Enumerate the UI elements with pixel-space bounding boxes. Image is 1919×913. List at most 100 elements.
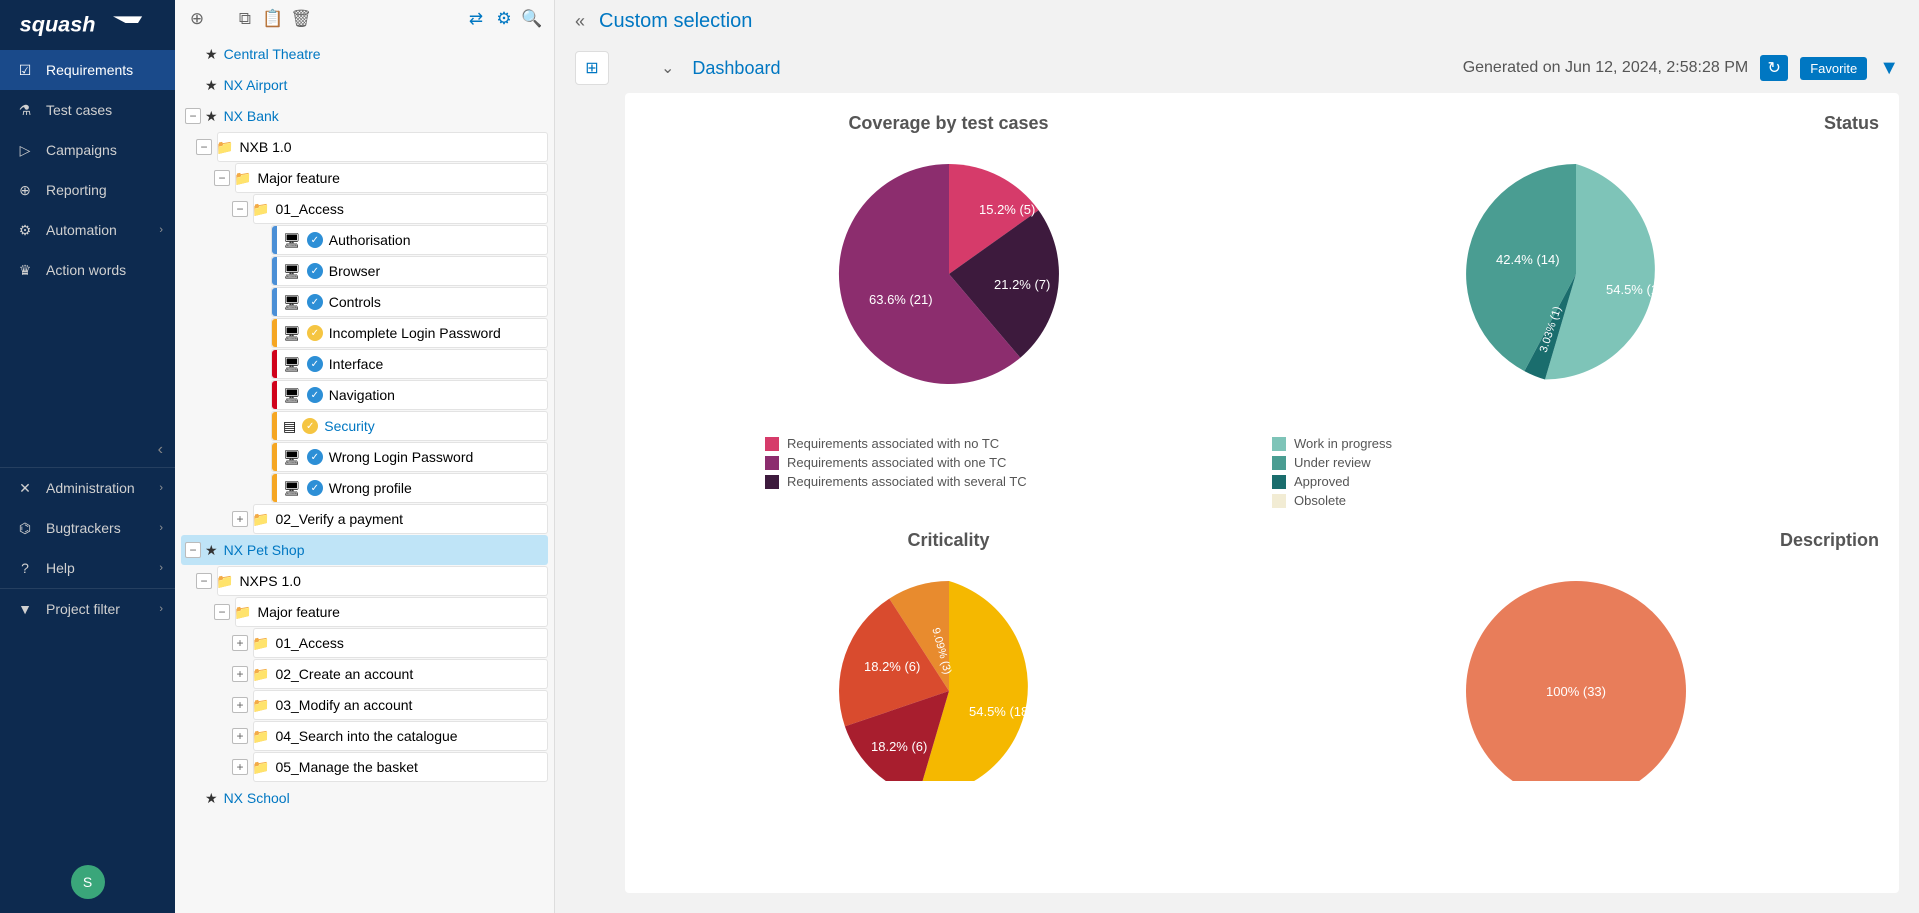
tree-folder[interactable]: +📁03_Modify an account: [253, 690, 548, 720]
legend-label: Under review: [1294, 455, 1371, 470]
expand-icon[interactable]: +: [232, 728, 248, 744]
filter-button[interactable]: ▼: [1879, 57, 1899, 80]
expand-icon[interactable]: +: [232, 759, 248, 775]
tree-label: NX School: [224, 790, 290, 806]
tree-folder[interactable]: −📁01_Access: [253, 194, 548, 224]
pie-criticality: 9.09% (3) 18.2% (6) 18.2% (6) 54.5% (18): [809, 561, 1089, 781]
legend-item: Work in progress: [1272, 434, 1879, 453]
folder-icon: 📁: [252, 635, 269, 652]
pie-label: 100% (33): [1546, 684, 1606, 699]
tree-project[interactable]: ★Central Theatre: [181, 39, 548, 69]
sidebar-collapse[interactable]: ‹: [146, 433, 175, 467]
tree-folder[interactable]: +📁05_Manage the basket: [253, 752, 548, 782]
tree-req[interactable]: 🖥✓Authorisation: [271, 225, 548, 255]
nav-campaigns[interactable]: ▷Campaigns: [0, 130, 175, 170]
tree-folder[interactable]: +📁01_Access: [253, 628, 548, 658]
tree-folder[interactable]: −📁Major feature: [235, 163, 548, 193]
tree-project[interactable]: −★NX Bank: [181, 101, 548, 131]
nav-testcases[interactable]: ⚗Test cases: [0, 90, 175, 130]
chart-coverage: Coverage by test cases 15.2% (5) 21.2% (…: [645, 113, 1252, 510]
nav-bugtrackers[interactable]: ⌬Bugtrackers›: [0, 508, 175, 548]
nav-requirements[interactable]: ☑Requirements: [0, 50, 175, 90]
tree-folder[interactable]: −📁NXB 1.0: [217, 132, 548, 162]
status-badge: ✓: [302, 418, 318, 434]
nav-label: Administration: [46, 480, 135, 496]
tree-req[interactable]: 🖥✓Incomplete Login Password: [271, 318, 548, 348]
swap-button[interactable]: ⇄: [462, 5, 490, 33]
status-badge: ✓: [307, 356, 323, 372]
tree-label: 01_Access: [275, 635, 343, 651]
tree-project[interactable]: −★NX Pet Shop: [181, 535, 548, 565]
settings-button[interactable]: ⚙: [490, 5, 518, 33]
pie-description: 100% (33): [1436, 561, 1716, 781]
nav-projectfilter[interactable]: ▼Project filter›: [0, 588, 175, 629]
expand-icon[interactable]: +: [232, 511, 248, 527]
tree-req[interactable]: ▤✓Security: [271, 411, 548, 441]
collapse-icon[interactable]: −: [185, 108, 201, 124]
copy-button[interactable]: ⧉: [231, 5, 259, 33]
tree-body: ★Central Theatre ★NX Airport −★NX Bank −…: [175, 38, 554, 913]
pie-label: 15.2% (5): [979, 202, 1035, 217]
page-title: Custom selection: [599, 10, 752, 33]
tree-project[interactable]: ★NX School: [181, 783, 548, 813]
help-icon: ?: [16, 559, 34, 577]
svg-text:squash: squash: [19, 12, 95, 37]
expand-icon[interactable]: +: [232, 666, 248, 682]
doc-icon: ▤: [283, 418, 296, 435]
nav-bottom: ✕Administration› ⌬Bugtrackers› ?Help› ▼P…: [0, 467, 175, 851]
tree-req[interactable]: 🖥✓Browser: [271, 256, 548, 286]
collapse-icon[interactable]: −: [185, 542, 201, 558]
nav-actionwords[interactable]: ♛Action words: [0, 250, 175, 290]
refresh-button[interactable]: ↻: [1760, 55, 1788, 81]
delete-button[interactable]: 🗑: [287, 5, 315, 33]
nav-main: ☑Requirements ⚗Test cases ▷Campaigns ⊕Re…: [0, 50, 175, 433]
pie-label: 18.2% (6): [864, 659, 920, 674]
expand-icon[interactable]: +: [232, 697, 248, 713]
search-button[interactable]: 🔍: [518, 5, 546, 33]
chart-criticality: Criticality 9.09% (3) 18.2% (6) 18.2% (6…: [645, 530, 1252, 781]
tree-label: 01_Access: [275, 201, 343, 217]
collapse-icon[interactable]: −: [196, 139, 212, 155]
collapse-icon[interactable]: −: [214, 170, 230, 186]
nav-reporting[interactable]: ⊕Reporting: [0, 170, 175, 210]
tree-req[interactable]: 🖥✓Interface: [271, 349, 548, 379]
tree-req[interactable]: 🖥✓Navigation: [271, 380, 548, 410]
tree-folder[interactable]: +📁04_Search into the catalogue: [253, 721, 548, 751]
chevron-down-icon[interactable]: ⌄: [661, 58, 674, 78]
favorite-button[interactable]: Favorite: [1800, 57, 1867, 80]
tree-req[interactable]: 🖥✓Wrong profile: [271, 473, 548, 503]
collapse-icon[interactable]: −: [196, 573, 212, 589]
tree-folder[interactable]: −📁NXPS 1.0: [217, 566, 548, 596]
grid-view-button[interactable]: ⊞: [575, 51, 609, 85]
legend-item: Obsolete: [1272, 491, 1879, 510]
tree-folder[interactable]: +📁02_Create an account: [253, 659, 548, 689]
tree-req[interactable]: 🖥✓Controls: [271, 287, 548, 317]
legend-swatch: [765, 456, 779, 470]
legend-swatch: [1272, 437, 1286, 451]
chart-description: Description 100% (33): [1272, 530, 1879, 781]
back-button[interactable]: «: [575, 11, 585, 32]
tree-project[interactable]: ★NX Airport: [181, 70, 548, 100]
star-icon: ★: [205, 542, 218, 559]
color-bar: [272, 381, 277, 409]
paste-button[interactable]: 📋: [259, 5, 287, 33]
tree-folder[interactable]: −📁Major feature: [235, 597, 548, 627]
chart-title: Status: [1272, 113, 1879, 134]
tree-folder[interactable]: +📁02_Verify a payment: [253, 504, 548, 534]
legend-item: Requirements associated with one TC: [765, 453, 1252, 472]
legend-item: Requirements associated with no TC: [765, 434, 1252, 453]
nav-administration[interactable]: ✕Administration›: [0, 468, 175, 508]
tree-req[interactable]: 🖥✓Wrong Login Password: [271, 442, 548, 472]
nav-help[interactable]: ?Help›: [0, 548, 175, 588]
sub-header: ⊞ ⌄ Dashboard Generated on Jun 12, 2024,…: [555, 43, 1919, 93]
tree-label: NXB 1.0: [239, 139, 291, 155]
chart-title: Coverage by test cases: [645, 113, 1252, 134]
add-button[interactable]: ⊕: [183, 5, 211, 33]
user-avatar[interactable]: S: [71, 865, 105, 899]
monitor-icon: 🖥: [283, 480, 301, 497]
legend-item: Approved: [1272, 472, 1879, 491]
nav-automation[interactable]: ⚙Automation›: [0, 210, 175, 250]
collapse-icon[interactable]: −: [214, 604, 230, 620]
expand-icon[interactable]: +: [232, 635, 248, 651]
collapse-icon[interactable]: −: [232, 201, 248, 217]
